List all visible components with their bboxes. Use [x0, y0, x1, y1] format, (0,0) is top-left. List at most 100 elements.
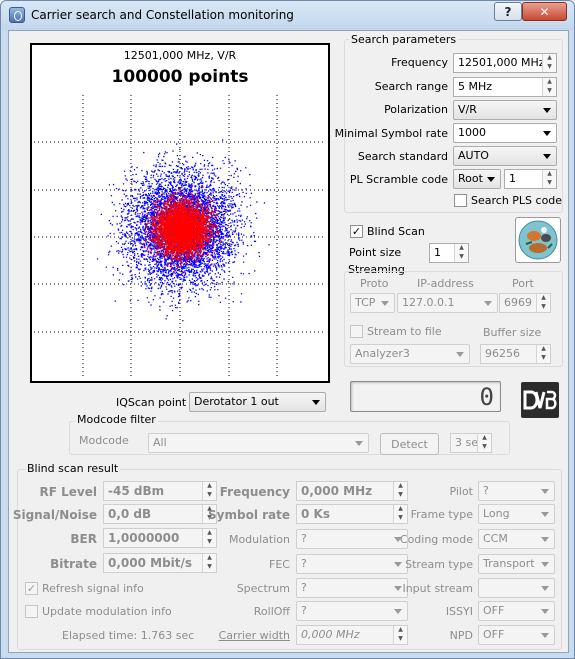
help-button[interactable]: ? — [494, 2, 522, 21]
elapsed-time: Elapsed time: 1.763 sec — [62, 629, 195, 642]
chevron-down-icon — [541, 512, 549, 517]
stream-type-select[interactable]: Transport — [478, 554, 555, 574]
search-standard-label: Search standard — [357, 150, 448, 163]
chevron-down-icon — [543, 108, 551, 113]
dvb-logo-icon — [521, 382, 559, 418]
frame-type-select[interactable]: Long — [478, 504, 555, 524]
detect-button[interactable]: Detect — [380, 433, 439, 455]
blind-scan-checkbox[interactable]: ✓ — [350, 225, 363, 238]
app-window: Carrier search and Constellation monitor… — [0, 0, 575, 659]
search-range-spinner[interactable]: ▲ ▼ — [542, 78, 556, 96]
spectrum-select[interactable]: ? — [296, 578, 408, 598]
plot-header: 12501,000 MHz, V/R — [123, 49, 237, 62]
search-pls-checkbox[interactable] — [454, 194, 467, 207]
points-count: 100000 points — [111, 67, 249, 87]
update-modulation-checkbox[interactable] — [25, 605, 38, 618]
input-stream-label: Input stream — [402, 582, 473, 595]
point-size-input[interactable]: 1 ▲ ▼ — [429, 243, 469, 263]
modcode-select[interactable]: All — [148, 433, 369, 453]
window-title: Carrier search and Constellation monitor… — [31, 8, 294, 22]
chevron-down-icon — [487, 177, 495, 182]
timeout-input[interactable]: 3 sec ▲ ▼ — [450, 433, 492, 453]
chevron-down-icon — [541, 537, 549, 542]
fec-select[interactable]: ? — [296, 554, 408, 574]
port-spinner[interactable]: ▲ ▼ — [536, 294, 550, 312]
pl-scramble-label: PL Scramble code — [349, 173, 448, 186]
chevron-down-icon — [381, 301, 389, 306]
input-stream-select[interactable] — [478, 578, 555, 598]
carrier-width-link[interactable]: Carrier width — [219, 629, 290, 642]
buffer-size-input[interactable]: 96256 ▲ ▼ — [480, 344, 551, 364]
pilot-label: Pilot — [449, 485, 473, 498]
rolloff-label: RollOff — [253, 605, 290, 618]
timeout-spinner[interactable]: ▲ ▼ — [477, 434, 491, 452]
npd-label: NPD — [449, 629, 473, 642]
rolloff-select[interactable]: ? — [296, 601, 408, 621]
title-bar[interactable]: Carrier search and Constellation monitor… — [1, 1, 574, 30]
pilot-select[interactable]: ? — [478, 481, 555, 501]
symbol-rate-label: Symbol rate — [208, 508, 290, 522]
dialog-body: 12501,000 MHz, V/R 100000 points Search … — [8, 30, 569, 653]
stream-to-file-label: Stream to file — [367, 325, 442, 338]
search-range-input[interactable]: 5 MHz ▲ ▼ — [453, 77, 557, 97]
ip-address-select[interactable]: 127.0.0.1 — [397, 293, 498, 313]
iq-point-cloud — [96, 139, 270, 322]
min-symbol-rate-select[interactable]: 1000 — [453, 123, 557, 143]
modcode-filter-title: Modcode filter — [75, 413, 158, 426]
rf-level-field: -45 dBm ▲ ▼ — [103, 481, 217, 501]
search-standard-select[interactable]: AUTO — [453, 146, 557, 166]
modulation-select[interactable]: ? — [296, 529, 408, 549]
point-size-label: Point size — [349, 246, 402, 259]
chevron-down-icon — [543, 154, 551, 159]
signal-noise-field: 0,0 dB ▲ ▼ — [103, 504, 217, 524]
frequency-result-field: 0,000 MHz ▲ ▼ — [296, 481, 408, 501]
frame-type-label: Frame type — [410, 508, 473, 521]
ip-address-header: IP-address — [417, 277, 474, 290]
polarization-select[interactable]: V/R — [453, 100, 557, 120]
refresh-signal-checkbox[interactable]: ✓ — [25, 582, 38, 595]
modulation-label: Modulation — [228, 533, 290, 546]
spectrum-label: Spectrum — [236, 582, 290, 595]
pl-scramble-input[interactable]: 1 ▲ ▼ — [504, 169, 557, 189]
bitrate-label: Bitrate — [50, 557, 97, 571]
blind-scan-label: Blind Scan — [367, 225, 425, 238]
iq-scan-point-select[interactable]: Derotator 1 out — [189, 392, 326, 412]
signal-noise-label: Signal/Noise — [12, 508, 97, 522]
carrier-width-field: 0,000 MHz ▲ ▼ — [296, 625, 408, 645]
coding-mode-label: Coding mode — [399, 533, 473, 546]
chevron-down-icon — [456, 352, 464, 357]
frequency-input[interactable]: 12501,000 MHz ▲ ▼ — [453, 53, 557, 73]
port-header: Port — [512, 277, 534, 290]
stream-type-label: Stream type — [405, 558, 473, 571]
chevron-down-icon — [484, 301, 492, 306]
close-button[interactable]: ✕ — [522, 2, 567, 21]
chevron-down-icon — [394, 586, 402, 591]
point-size-spinner[interactable]: ▲ ▼ — [454, 244, 468, 262]
port-input[interactable]: 6969 ▲ ▼ — [499, 293, 551, 313]
update-modulation-label: Update modulation info — [42, 605, 172, 618]
lcd-value: 0 — [479, 383, 494, 411]
blind-scan-result-title: Blind scan result — [25, 462, 121, 475]
chevron-down-icon — [541, 586, 549, 591]
pl-scramble-mode-select[interactable]: Root — [453, 169, 501, 189]
chevron-down-icon — [541, 562, 549, 567]
search-range-label: Search range — [374, 80, 448, 93]
bitrate-field: 0,000 Mbit/s ▲ ▼ — [103, 553, 217, 573]
fec-label: FEC — [269, 558, 290, 571]
issyi-select[interactable]: OFF — [478, 601, 555, 621]
pl-scramble-spinner[interactable]: ▲ ▼ — [542, 170, 556, 188]
chevron-down-icon — [312, 400, 320, 405]
chevron-down-icon — [541, 489, 549, 494]
stream-to-file-checkbox[interactable] — [350, 325, 363, 338]
coding-mode-select[interactable]: CCM — [478, 529, 555, 549]
buffer-size-spinner[interactable]: ▲ ▼ — [536, 345, 550, 363]
chevron-down-icon — [541, 609, 549, 614]
proto-select[interactable]: TCP — [350, 293, 395, 313]
npd-select[interactable]: OFF — [478, 625, 555, 645]
cat-satellite-logo-icon — [515, 217, 561, 263]
modcode-label: Modcode — [79, 434, 129, 447]
frequency-spinner[interactable]: ▲ ▼ — [542, 54, 556, 72]
polarization-label: Polarization — [384, 103, 448, 116]
rf-level-label: RF Level — [39, 485, 97, 499]
analyzer-select[interactable]: Analyzer3 — [350, 344, 470, 364]
